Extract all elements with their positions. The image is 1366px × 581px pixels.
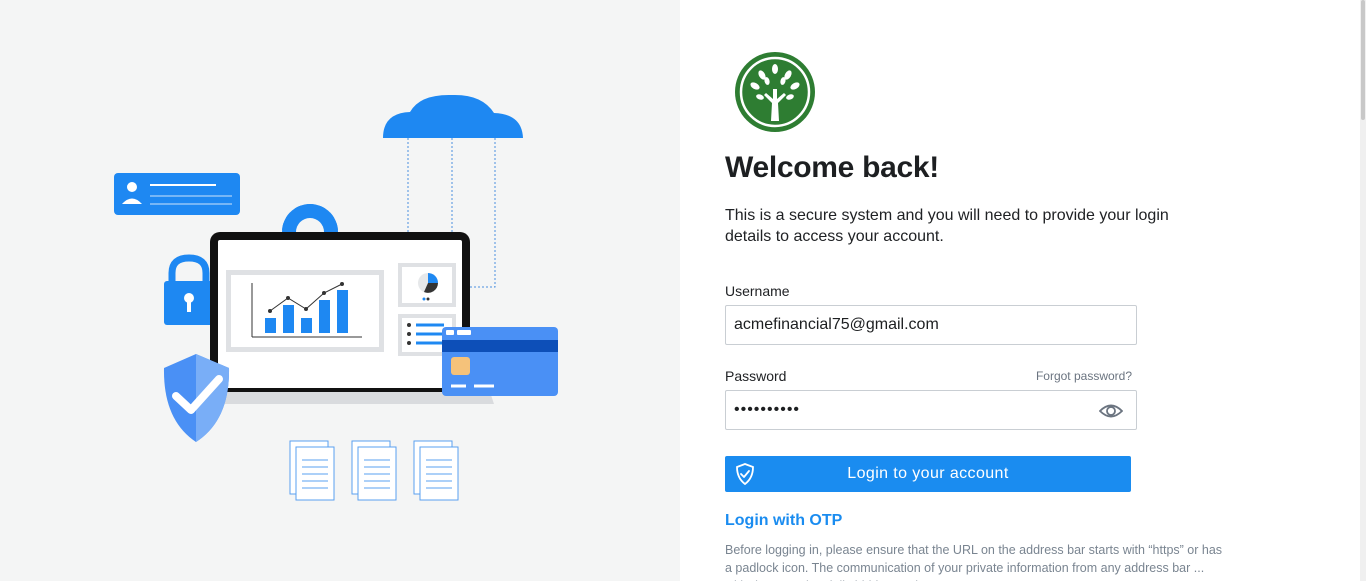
eye-icon[interactable]: [1099, 402, 1123, 420]
security-illustration: [114, 94, 558, 501]
forgot-password-link[interactable]: Forgot password?: [1036, 369, 1132, 383]
illustration-panel: [0, 0, 680, 581]
scrollbar-thumb[interactable]: [1361, 0, 1365, 120]
login-button[interactable]: Login to your account: [725, 456, 1131, 492]
otp-login-link[interactable]: Login with OTP: [725, 512, 842, 530]
shield-check-icon: [163, 354, 230, 442]
shield-check-icon: [736, 463, 754, 485]
user-card-icon: [114, 173, 240, 215]
password-label: Password: [725, 368, 787, 384]
security-notice: Before logging in, please ensure that th…: [725, 543, 1223, 581]
login-button-label: Login to your account: [847, 465, 1009, 482]
document-icons: [289, 440, 459, 501]
scrollbar[interactable]: [1360, 0, 1366, 581]
tree-logo-icon: [735, 52, 815, 132]
username-label: Username: [725, 283, 790, 299]
page-title: Welcome back!: [725, 151, 939, 184]
password-input[interactable]: [725, 390, 1137, 430]
username-input[interactable]: [725, 305, 1137, 345]
donut-chart-icon: [398, 263, 456, 307]
page-subtitle: This is a secure system and you will nee…: [725, 207, 1169, 245]
padlock-icon: [164, 254, 214, 325]
bar-chart-icon: [226, 270, 384, 352]
credit-card-icon: [442, 327, 558, 396]
cloud-icon: [383, 94, 523, 138]
